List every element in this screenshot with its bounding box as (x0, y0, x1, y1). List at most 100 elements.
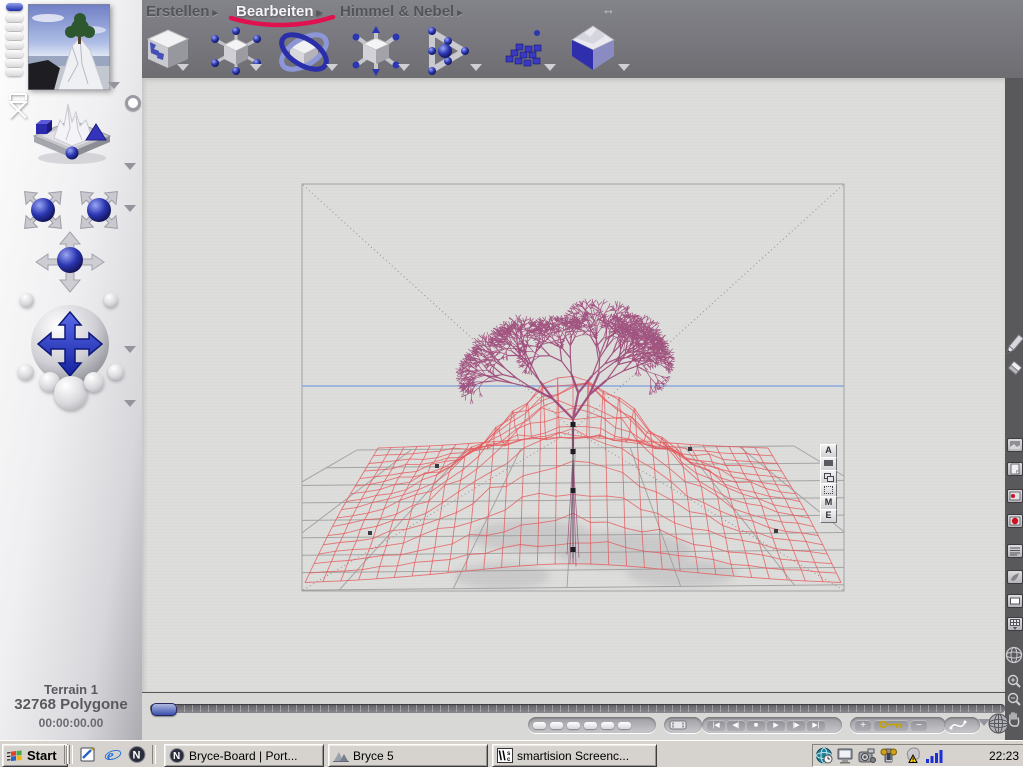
preview-dropdown-icon[interactable] (108, 82, 120, 89)
family-link-button[interactable] (820, 470, 837, 484)
netscape-icon[interactable]: N (128, 746, 146, 763)
rotate-tool-icon[interactable] (274, 26, 329, 72)
task-button-screencorder[interactable]: \\ s c smartision Screenc... (492, 744, 657, 767)
frame-icon[interactable] (1007, 594, 1023, 608)
tray-warning-icon[interactable] (902, 747, 921, 764)
menu-arrow-icon: ▸ (457, 7, 463, 19)
tray-screencam-icon[interactable] (858, 748, 876, 764)
view-pill[interactable] (6, 68, 23, 76)
selection-pill[interactable] (533, 721, 546, 729)
view-pill[interactable] (6, 41, 23, 49)
view-pill[interactable] (6, 23, 23, 31)
tool-dropdown-icon[interactable] (250, 64, 262, 71)
menu-erstellen[interactable]: Erstellen ▸ (146, 3, 218, 20)
camera-pan-control[interactable] (34, 230, 106, 294)
timeline-track[interactable] (150, 704, 1005, 713)
text-lines-icon[interactable] (1007, 544, 1023, 558)
selection-pill[interactable] (550, 721, 563, 729)
zoom-out-icon[interactable] (1006, 691, 1022, 707)
collapse-expand-icon[interactable]: ↔ (602, 2, 615, 17)
view-pill-active[interactable] (6, 3, 23, 11)
zoom-in-icon[interactable] (1006, 673, 1022, 689)
tool-dropdown-icon[interactable] (326, 64, 338, 71)
view-memory-sphere[interactable] (18, 364, 34, 380)
view-pill[interactable] (6, 59, 23, 67)
multi-replicate-tool-icon[interactable] (498, 30, 550, 76)
step-back-button[interactable]: ◀| (727, 719, 745, 731)
brush-icon[interactable] (1007, 570, 1023, 584)
render-icon[interactable] (1007, 514, 1023, 528)
align-tool-icon[interactable] (418, 26, 470, 75)
tray-audio-key-icon[interactable] (880, 747, 898, 764)
view-pill[interactable] (6, 14, 23, 22)
attributes-button[interactable]: A (820, 444, 837, 458)
page-icon[interactable] (1007, 462, 1023, 476)
task-button-bryce-board[interactable]: N Bryce-Board | Port... (164, 744, 324, 767)
terrain-shadow (454, 520, 737, 589)
timecode: 00:00:00.00 (38, 716, 104, 730)
menu-arrow-icon: ▸ (212, 7, 218, 19)
selection-pill[interactable] (584, 721, 597, 729)
view-memory-sphere-main[interactable] (54, 376, 88, 410)
spheres-dropdown-icon[interactable] (124, 400, 136, 407)
wireframe-sphere-icon[interactable] (1005, 646, 1023, 664)
edit-button[interactable]: E (820, 509, 837, 523)
tool-dropdown-icon[interactable] (470, 64, 482, 71)
viewport[interactable]: A M E (142, 78, 1005, 692)
origin-point-button[interactable] (820, 483, 837, 497)
tool-dropdown-icon[interactable] (544, 64, 556, 71)
nano-preview-radio[interactable] (125, 95, 141, 111)
pencil-icon[interactable] (1005, 333, 1023, 357)
view-pill[interactable] (6, 50, 23, 58)
view-memory-sphere[interactable] (108, 364, 124, 380)
scene-tray-icon[interactable] (28, 98, 116, 168)
camera-dropdown-icon[interactable] (124, 205, 136, 212)
play-button[interactable]: ▶ (767, 719, 785, 731)
tool-dropdown-icon[interactable] (398, 64, 410, 71)
skip-start-button[interactable]: |◀ (707, 719, 725, 731)
globe-time-icon[interactable] (988, 713, 1009, 734)
selection-pill[interactable] (601, 721, 614, 729)
menu-himmel-nebel[interactable]: Himmel & Nebel ▸ (340, 3, 463, 20)
tray-signal-bars-icon[interactable] (925, 748, 944, 764)
start-button[interactable]: Start (2, 744, 68, 767)
director-chair-icon[interactable] (6, 92, 30, 120)
svg-text:e: e (107, 748, 114, 763)
reposition-tool-icon[interactable] (348, 26, 400, 76)
eraser-icon[interactable] (1005, 360, 1023, 378)
selection-pill[interactable] (567, 721, 580, 729)
wireframe-scene[interactable] (142, 78, 1005, 692)
tool-dropdown-icon[interactable] (177, 64, 189, 71)
tool-dropdown-icon[interactable] (618, 64, 630, 71)
animation-mode-button[interactable] (944, 717, 980, 733)
view-pill[interactable] (6, 32, 23, 40)
terrain-editor-tool-icon[interactable] (566, 24, 618, 70)
task-label: Bryce 5 (353, 748, 394, 763)
keyframe-key-button[interactable] (874, 719, 908, 731)
timeline-scrubber[interactable] (151, 703, 177, 716)
taskbar-divider (152, 745, 156, 764)
family-color-button[interactable] (820, 457, 837, 471)
add-keyframe-button[interactable]: + (855, 719, 871, 731)
tray-display-icon[interactable] (837, 748, 854, 764)
trackball-dropdown-icon[interactable] (124, 346, 136, 353)
internet-explorer-icon[interactable]: e (104, 746, 122, 763)
windows-logo-icon (7, 749, 22, 761)
view-memory-sphere[interactable] (84, 372, 104, 392)
skip-end-button[interactable]: ▶| (807, 719, 825, 731)
material-button[interactable]: M (820, 496, 837, 510)
right-toolbar (1005, 78, 1023, 740)
preview-animation-button[interactable] (664, 717, 702, 733)
stop-button[interactable]: ■ (747, 719, 765, 731)
picture-icon[interactable] (1007, 438, 1023, 452)
selection-pill[interactable] (618, 721, 631, 729)
show-desktop-icon[interactable] (80, 746, 98, 763)
task-button-bryce5[interactable]: Bryce 5 (328, 744, 488, 767)
render-area-icon[interactable] (1007, 489, 1023, 503)
render-preview-thumbnail[interactable] (28, 4, 110, 90)
create-dropdown-icon[interactable] (124, 163, 136, 170)
tray-globe-clock-icon[interactable] (816, 747, 833, 764)
grid-export-icon[interactable] (1007, 617, 1023, 631)
delete-keyframe-button[interactable]: − (911, 719, 927, 731)
step-forward-button[interactable]: |▶ (787, 719, 805, 731)
